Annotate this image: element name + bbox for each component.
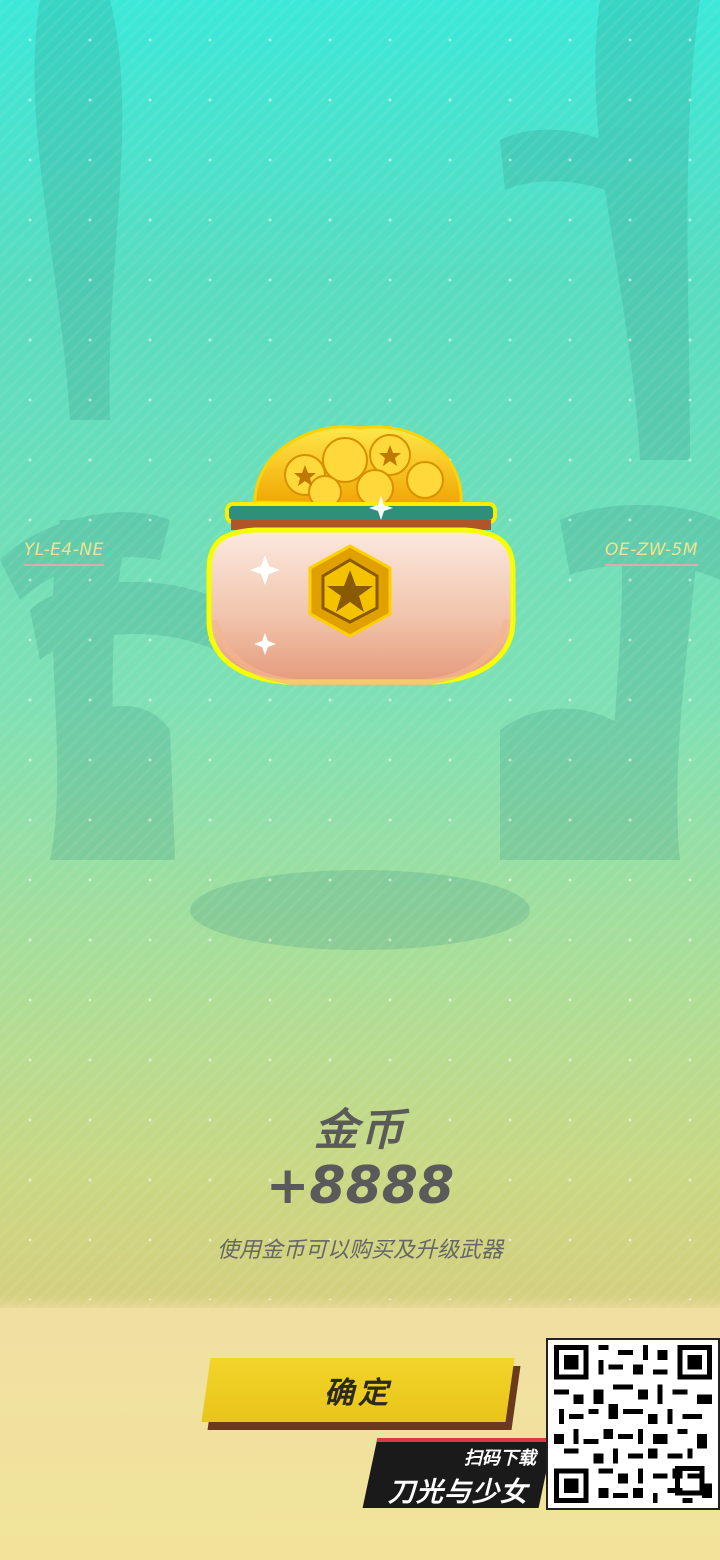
marker-left-label: YL-E4-NE bbox=[24, 540, 104, 560]
promo-game-name: 刀光与少女 bbox=[388, 1477, 528, 1508]
map-marker-left: YL-E4-NE bbox=[24, 540, 104, 566]
confirm-button-wrap: 确定 bbox=[201, 1358, 521, 1430]
gold-coin-pot-icon bbox=[206, 425, 516, 685]
confirm-button[interactable]: 确定 bbox=[201, 1358, 515, 1422]
reward-name: 金币 bbox=[314, 1105, 406, 1156]
reward-description: 使用金币可以购买及升级武器 bbox=[216, 1238, 503, 1263]
qr-code-pattern bbox=[549, 1340, 717, 1508]
marker-left-underline bbox=[24, 564, 104, 566]
reward-amount: +8888 bbox=[265, 1156, 455, 1216]
download-promo-badge: 扫码下载 刀光与少女 bbox=[362, 1432, 554, 1508]
confirm-button-label: 确定 bbox=[324, 1376, 392, 1411]
promo-scan-label: 扫码下载 bbox=[464, 1448, 536, 1469]
map-marker-right: OE-ZW-5M bbox=[604, 540, 698, 566]
qr-code-icon bbox=[546, 1338, 720, 1510]
marker-right-underline bbox=[604, 564, 698, 566]
marker-right-label: OE-ZW-5M bbox=[604, 540, 698, 560]
